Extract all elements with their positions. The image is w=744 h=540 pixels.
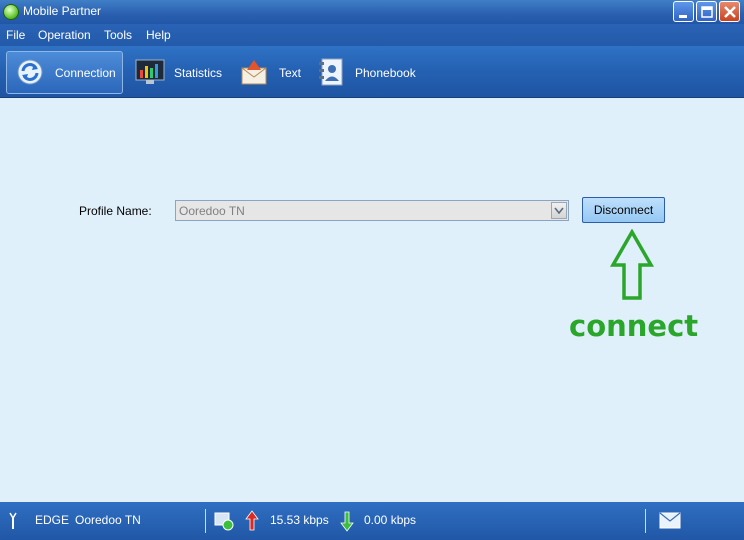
upload-arrow-icon bbox=[245, 510, 259, 531]
operator-name: Ooredoo TN bbox=[75, 513, 141, 527]
menu-operation[interactable]: Operation bbox=[38, 28, 91, 42]
maximize-icon bbox=[701, 6, 713, 18]
title-bar: Mobile Partner bbox=[0, 0, 744, 24]
maximize-button[interactable] bbox=[696, 1, 717, 22]
network-card-icon bbox=[214, 512, 234, 531]
statistics-icon[interactable] bbox=[135, 58, 165, 86]
connection-panel: Profile Name: Ooredoo TN Disconnect conn… bbox=[0, 99, 744, 502]
annotation-text: connect bbox=[569, 309, 699, 343]
toolbar-statistics-label[interactable]: Statistics bbox=[174, 66, 222, 80]
upload-speed: 15.53 kbps bbox=[270, 513, 329, 527]
status-bar: EDGE Ooredoo TN 15.53 kbps 0.00 kbps bbox=[0, 502, 744, 540]
signal-antenna-icon bbox=[9, 512, 17, 529]
profile-name-value: Ooredoo TN bbox=[179, 204, 245, 218]
status-divider bbox=[645, 509, 646, 533]
network-type: EDGE bbox=[35, 513, 70, 527]
window-title: Mobile Partner bbox=[23, 4, 102, 18]
envelope-icon[interactable] bbox=[659, 512, 681, 529]
profile-name-select[interactable]: Ooredoo TN bbox=[175, 200, 569, 221]
minimize-icon bbox=[679, 15, 687, 18]
phonebook-icon[interactable] bbox=[318, 57, 344, 87]
status-divider bbox=[205, 509, 206, 533]
toolbar: Connection Statistics Text Phonebook bbox=[0, 46, 744, 98]
toolbar-text-label[interactable]: Text bbox=[279, 66, 301, 80]
connection-icon bbox=[17, 59, 43, 85]
chevron-down-icon bbox=[554, 207, 564, 215]
minimize-button[interactable] bbox=[673, 1, 694, 22]
close-icon bbox=[724, 6, 736, 18]
dropdown-button[interactable] bbox=[551, 202, 567, 219]
toolbar-connection-label: Connection bbox=[55, 66, 116, 80]
menu-tools[interactable]: Tools bbox=[104, 28, 132, 42]
download-speed: 0.00 kbps bbox=[364, 513, 417, 527]
toolbar-phonebook-label[interactable]: Phonebook bbox=[355, 66, 416, 80]
close-button[interactable] bbox=[719, 1, 740, 22]
profile-name-label: Profile Name: bbox=[79, 204, 152, 218]
annotation-arrow-up-icon bbox=[609, 229, 655, 300]
menu-file[interactable]: File bbox=[6, 28, 25, 42]
disconnect-button[interactable]: Disconnect bbox=[582, 197, 665, 223]
app-icon bbox=[3, 4, 19, 20]
menu-bar: File Operation Tools Help bbox=[0, 24, 744, 46]
menu-help[interactable]: Help bbox=[146, 28, 171, 42]
text-message-icon[interactable] bbox=[241, 58, 267, 86]
download-arrow-icon bbox=[340, 511, 354, 532]
